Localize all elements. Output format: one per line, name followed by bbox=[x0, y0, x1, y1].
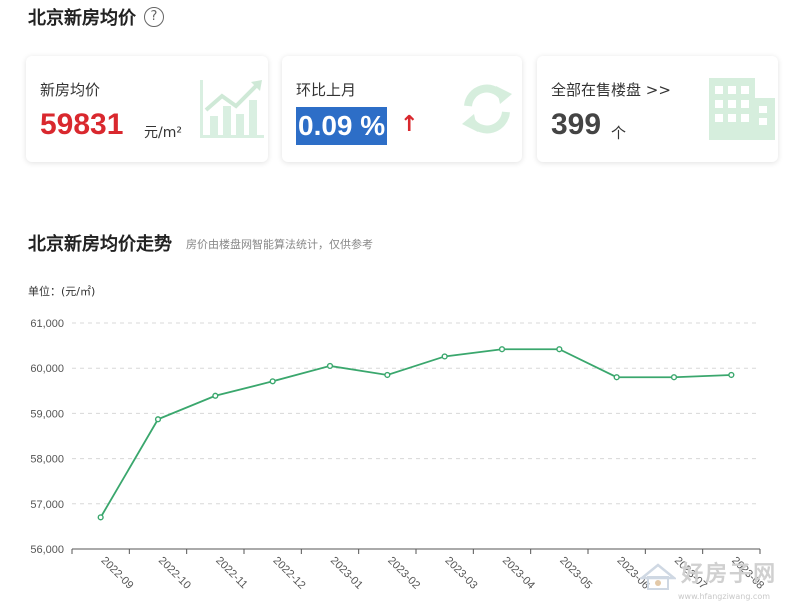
data-point bbox=[613, 374, 620, 381]
listings-count: 399 bbox=[551, 108, 602, 141]
question-mark-icon[interactable]: ? bbox=[144, 7, 164, 27]
data-point bbox=[441, 353, 448, 360]
data-point bbox=[269, 378, 276, 385]
y-tick-label: 58,000 bbox=[30, 454, 64, 466]
mom-label: 环比上月 bbox=[296, 81, 357, 99]
avg-price-label: 新房均价 bbox=[40, 81, 101, 99]
x-tick-label: 2023-02 bbox=[385, 555, 422, 592]
avg-price-card: 新房均价 59831 元/m² bbox=[26, 56, 268, 162]
trend-subtitle: 房价由楼盘网智能算法统计，仅供参考 bbox=[186, 238, 373, 251]
data-point bbox=[154, 416, 162, 423]
y-tick-label: 61,000 bbox=[30, 318, 64, 330]
page-title: 北京新房均价 ? bbox=[28, 4, 164, 30]
data-point bbox=[670, 374, 678, 381]
mom-value: 0.09 % bbox=[296, 107, 388, 145]
y-tick-label: 60,000 bbox=[30, 363, 64, 375]
series-line bbox=[99, 348, 732, 518]
x-tick-label: 2022-12 bbox=[271, 555, 308, 592]
x-tick-label: 2023-05 bbox=[557, 555, 594, 592]
building-icon bbox=[709, 78, 775, 140]
data-point bbox=[212, 392, 219, 399]
trend-title: 北京新房均价走势 bbox=[28, 234, 172, 255]
y-tick-label: 57,000 bbox=[30, 499, 64, 511]
data-point bbox=[556, 346, 563, 353]
avg-price-unit: 元/m² bbox=[144, 125, 182, 141]
x-tick-label: 2022-11 bbox=[213, 555, 249, 591]
up-arrow-icon: ↑ bbox=[400, 112, 419, 137]
x-tick-label: 2022-10 bbox=[156, 555, 193, 592]
page-title-text: 北京新房均价 bbox=[28, 8, 136, 29]
x-tick-label: 2022-09 bbox=[99, 555, 136, 592]
watermark-url: www.hfangziwang.com bbox=[678, 591, 771, 601]
y-tick-label: 59,000 bbox=[30, 408, 64, 420]
data-point bbox=[384, 371, 391, 379]
mom-card: 环比上月 0.09 % ↑ bbox=[282, 56, 522, 162]
x-tick-label: 2023-01 bbox=[328, 555, 365, 592]
refresh-cycle-icon bbox=[462, 84, 512, 134]
data-point bbox=[326, 362, 334, 370]
y-tick-label: 56,000 bbox=[30, 544, 64, 556]
house-logo-icon bbox=[638, 562, 678, 590]
watermark-logo: 好房子网 www.hfangziwang.com bbox=[638, 556, 778, 601]
x-tick-label: 2023-03 bbox=[443, 555, 480, 592]
listings-unit: 个 bbox=[611, 124, 627, 142]
data-point bbox=[97, 514, 104, 521]
data-point bbox=[728, 371, 735, 379]
data-point bbox=[498, 346, 506, 353]
rising-chart-icon bbox=[200, 80, 264, 138]
listings-link[interactable]: 全部在售楼盘 >> bbox=[551, 79, 671, 100]
chart-unit-label: 单位：(元/㎡) bbox=[28, 285, 96, 298]
x-tick-label: 2023-04 bbox=[500, 555, 537, 592]
listings-card[interactable]: 全部在售楼盘 >> 399 个 bbox=[537, 56, 778, 162]
watermark-text: 好房子网 bbox=[681, 561, 778, 587]
avg-price-value: 59831 bbox=[40, 108, 124, 141]
